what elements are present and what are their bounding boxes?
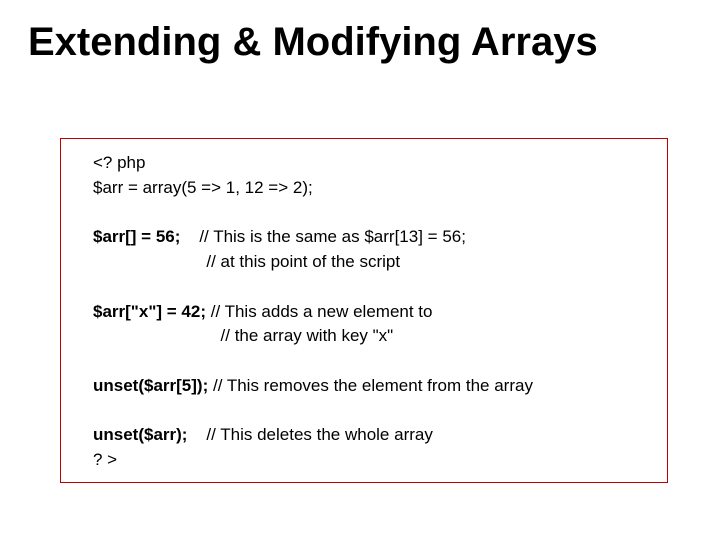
code-comment: // This removes the element from the arr… — [213, 374, 533, 399]
code-pad — [187, 423, 206, 448]
code-line: $arr = array(5 => 1, 12 => 2); — [93, 176, 647, 201]
code-line: // at this point of the script — [93, 250, 647, 275]
code-line: unset($arr); // This deletes the whole a… — [93, 423, 647, 448]
code-line: unset($arr[5]); // This removes the elem… — [93, 374, 647, 399]
code-line: // the array with key "x" — [93, 324, 647, 349]
code-pad — [93, 250, 206, 275]
code-pad — [93, 324, 221, 349]
code-line: ? > — [93, 448, 647, 473]
code-pad — [180, 225, 199, 250]
code-text: $arr = array(5 => 1, 12 => 2); — [93, 176, 313, 201]
code-comment: // This deletes the whole array — [206, 423, 432, 448]
code-comment: // This is the same as $arr[13] = 56; — [199, 225, 466, 250]
code-comment: // at this point of the script — [206, 250, 400, 275]
code-comment: // the array with key "x" — [221, 324, 394, 349]
code-line: $arr[] = 56; // This is the same as $arr… — [93, 225, 647, 250]
code-example-box: <? php $arr = array(5 => 1, 12 => 2); $a… — [60, 138, 668, 483]
code-text: ? > — [93, 448, 117, 473]
code-text: <? php — [93, 151, 145, 176]
code-stmt: $arr["x"] = 42; — [93, 300, 211, 325]
code-line: $arr["x"] = 42; // This adds a new eleme… — [93, 300, 647, 325]
code-line: <? php — [93, 151, 647, 176]
page-title: Extending & Modifying Arrays — [0, 0, 720, 65]
code-stmt: unset($arr); — [93, 423, 187, 448]
code-stmt: $arr[] = 56; — [93, 225, 180, 250]
code-stmt: unset($arr[5]); — [93, 374, 213, 399]
code-comment: // This adds a new element to — [211, 300, 433, 325]
